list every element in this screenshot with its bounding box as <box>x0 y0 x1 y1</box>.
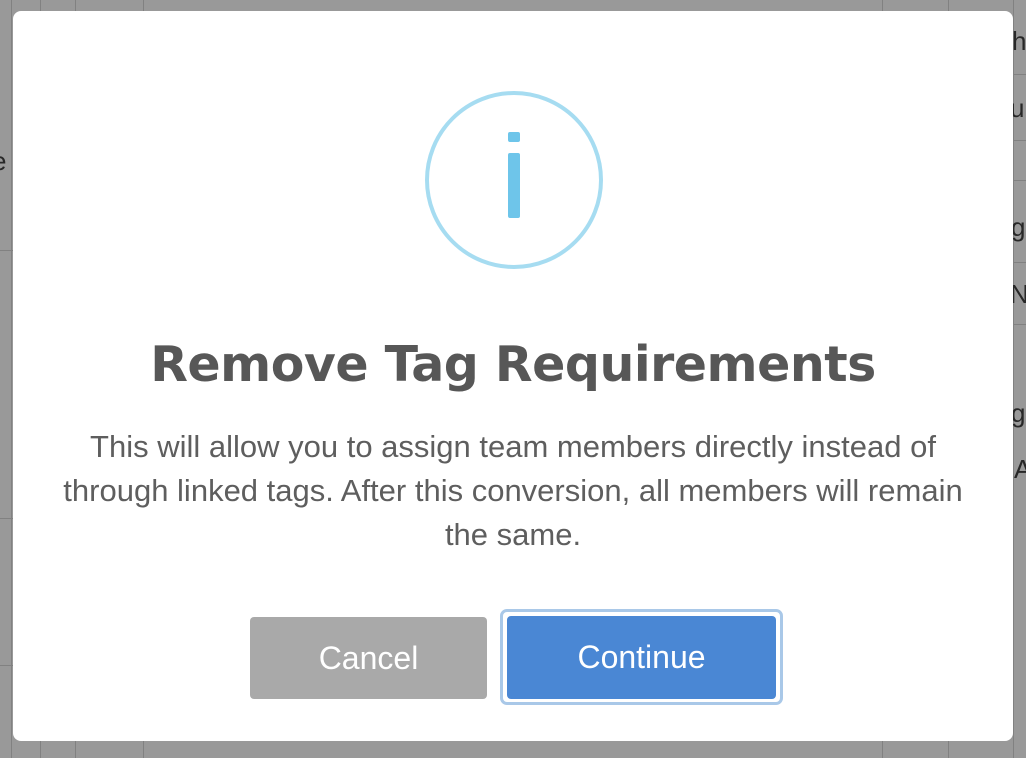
confirm-dialog: Remove Tag Requirements This will allow … <box>13 11 1013 741</box>
cancel-button[interactable]: Cancel <box>250 617 487 699</box>
info-icon <box>425 91 603 269</box>
dialog-message: This will allow you to assign team membe… <box>63 429 963 552</box>
continue-button[interactable]: Continue <box>507 616 776 699</box>
dialog-title: Remove Tag Requirements <box>150 336 876 393</box>
info-icon-dot <box>508 132 520 142</box>
info-icon-stem <box>508 153 520 218</box>
